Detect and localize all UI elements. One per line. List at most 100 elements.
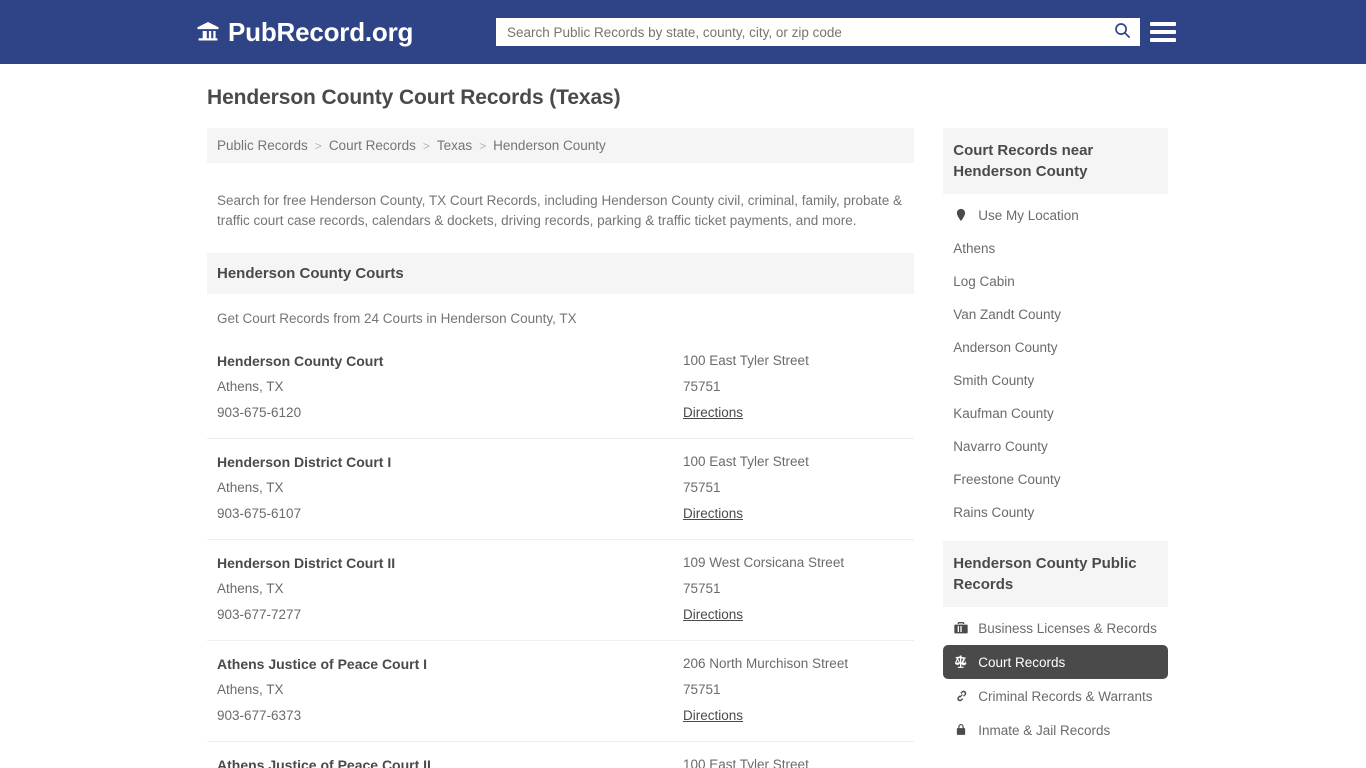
brand-logo-link[interactable]: PubRecord.org [196, 17, 413, 48]
court-row-right: 100 East Tyler Street 75751 Directions [683, 449, 904, 527]
briefcase-icon [953, 620, 969, 636]
court-address: 109 West Corsicana Street [683, 554, 845, 570]
court-city: Athens, TX [217, 580, 284, 596]
court-name[interactable]: Athens Justice of Peace Court II [217, 752, 683, 768]
two-column-layout: Public Records > Court Records > Texas > Hende… [198, 128, 1168, 768]
search-icon [1113, 21, 1132, 43]
court-directions-wrap: Directions [683, 400, 904, 426]
court-row: Athens Justice of Peace Court IIAthens, … [207, 742, 914, 768]
court-address: 100 East Tyler Street [683, 352, 809, 368]
sidebar-item-label: Freestone County [953, 472, 1061, 487]
court-row-right: 109 West Corsicana Street 75751 Directions [683, 550, 904, 628]
court-zip: 75751 [683, 479, 721, 495]
directions-link[interactable]: Directions [683, 703, 743, 729]
sidebar-nearby-item-anderson-county[interactable]: Anderson County [943, 331, 1168, 364]
court-name[interactable]: Henderson District Court I [217, 449, 683, 475]
court-address: 206 North Murchison Street [683, 655, 849, 671]
breadcrumb-separator: > [479, 138, 487, 153]
court-row-left: Athens Justice of Peace Court IIAthens, … [217, 752, 683, 768]
sidebar-nearby-item-use-my-location[interactable]: Use My Location [943, 198, 1168, 232]
directions-link[interactable]: Directions [683, 400, 743, 426]
hamburger-bar [1150, 38, 1176, 42]
lock-icon [953, 722, 969, 738]
courts-section-heading: Henderson County Courts [207, 252, 915, 294]
sidebar-nearby-item-rains-county[interactable]: Rains County [943, 496, 1168, 529]
breadcrumb-item-henderson-county: Henderson County [493, 138, 606, 153]
directions-link[interactable]: Directions [683, 501, 743, 527]
sidebar-item-label: Business Licenses & Records [978, 620, 1157, 636]
hamburger-bar [1150, 30, 1176, 34]
court-row-left: Henderson County Court Athens, TX 903-675-… [217, 348, 683, 426]
court-address: 100 East Tyler Street [683, 453, 809, 469]
nearby-list: Use My Location Athens Log Cabin Van Zandt … [943, 194, 1168, 529]
court-row-left: Henderson District Court I Athens, TX 903-… [217, 449, 683, 527]
court-city: Athens, TX [217, 479, 284, 495]
hamburger-menu-icon[interactable] [1150, 19, 1176, 45]
breadcrumb-separator: > [314, 138, 322, 153]
court-row: Henderson District Court II Athens, TX 903… [207, 540, 915, 641]
sidebar-nearby-item-log-cabin[interactable]: Log Cabin [943, 265, 1168, 298]
nearby-court-records-panel: Court Records near Henderson County Use … [943, 128, 1168, 529]
court-city: Athens, TX [217, 378, 284, 394]
court-name[interactable]: Henderson District Court II [217, 550, 683, 576]
court-phone: 903-675-6120 [217, 404, 302, 420]
sidebar-record-item-criminal-records-warrants[interactable]: Criminal Records & Warrants [943, 679, 1168, 713]
page-body: Henderson County Court Records (Texas) P… [0, 64, 1366, 768]
court-zip: 75751 [683, 580, 721, 596]
sidebar-nearby-item-navarro-county[interactable]: Navarro County [943, 430, 1168, 463]
sidebar-item-label: Court Records [978, 654, 1066, 670]
sidebar-record-item-court-records[interactable]: Court Records [943, 645, 1168, 679]
court-directions-wrap: Directions [683, 501, 904, 527]
court-address: 100 East Tyler Street [683, 756, 809, 768]
sidebar-nearby-item-kaufman-county[interactable]: Kaufman County [943, 397, 1168, 430]
breadcrumb-separator: > [422, 138, 430, 153]
breadcrumb-item-public-records[interactable]: Public Records [217, 138, 308, 153]
court-phone: 903-677-7277 [217, 606, 302, 622]
court-phone: 903-675-6107 [217, 505, 302, 521]
sidebar-nearby-item-freestone-county[interactable]: Freestone County [943, 463, 1168, 496]
court-row-left: Henderson District Court II Athens, TX 903… [217, 550, 683, 628]
court-row: Henderson County Court Athens, TX 903-675-… [207, 338, 915, 439]
sidebar-item-label: Kaufman County [953, 406, 1054, 421]
sidebar-item-label: Navarro County [953, 439, 1048, 454]
public-records-panel-heading: Henderson County Public Records [943, 541, 1168, 607]
directions-link[interactable]: Directions [683, 602, 743, 628]
sidebar-item-label: Van Zandt County [953, 307, 1062, 322]
sidebar-nearby-item-van-zandt-county[interactable]: Van Zandt County [943, 298, 1168, 331]
court-name[interactable]: Henderson County Court [217, 348, 683, 374]
sidebar-nearby-item-athens[interactable]: Athens [943, 232, 1168, 265]
sidebar-item-label: Log Cabin [953, 274, 1015, 289]
breadcrumb: Public Records > Court Records > Texas > Hende… [207, 128, 915, 163]
nearby-panel-heading: Court Records near Henderson County [943, 128, 1168, 194]
sidebar-record-item-inmate-jail-records[interactable]: Inmate & Jail Records [943, 713, 1168, 747]
search-bar [496, 18, 1140, 46]
sidebar-item-label: Inmate & Jail Records [978, 722, 1111, 738]
sidebar: Court Records near Henderson County Use … [943, 128, 1168, 759]
brand-name: PubRecord.org [228, 16, 414, 47]
breadcrumb-item-court-records[interactable]: Court Records [329, 138, 416, 153]
court-row-right: 206 North Murchison Street 75751 Direction… [683, 651, 904, 729]
sidebar-item-label: Anderson County [953, 340, 1058, 355]
court-row: Athens Justice of Peace Court I Athens, T… [207, 641, 915, 742]
sidebar-item-label: Use My Location [978, 207, 1079, 223]
map-pin-icon [953, 207, 969, 223]
search-button[interactable] [1105, 19, 1139, 45]
court-directions-wrap: Directions [683, 703, 904, 729]
search-input[interactable] [497, 19, 1105, 45]
court-city: Athens, TX [217, 681, 284, 697]
sidebar-item-label: Smith County [953, 373, 1035, 388]
site-header: PubRecord.org [0, 0, 1366, 64]
bank-building-icon [196, 20, 220, 44]
sidebar-record-item-business-licenses-records[interactable]: Business Licenses & Records [943, 611, 1168, 645]
public-records-list: Business Licenses & Records Court Records… [943, 607, 1168, 747]
court-list: Henderson County Court Athens, TX 903-675-… [207, 338, 915, 768]
sidebar-nearby-item-smith-county[interactable]: Smith County [943, 364, 1168, 397]
sidebar-item-label: Rains County [953, 505, 1035, 520]
public-records-panel: Henderson County Public Records Business… [943, 541, 1168, 747]
court-row: Henderson District Court I Athens, TX 903-… [207, 439, 915, 540]
sidebar-item-label: Athens [953, 241, 996, 256]
court-phone: 903-677-6373 [217, 707, 302, 723]
court-directions-wrap: Directions [683, 602, 904, 628]
court-name[interactable]: Athens Justice of Peace Court I [217, 651, 683, 677]
breadcrumb-item-texas[interactable]: Texas [437, 138, 472, 153]
